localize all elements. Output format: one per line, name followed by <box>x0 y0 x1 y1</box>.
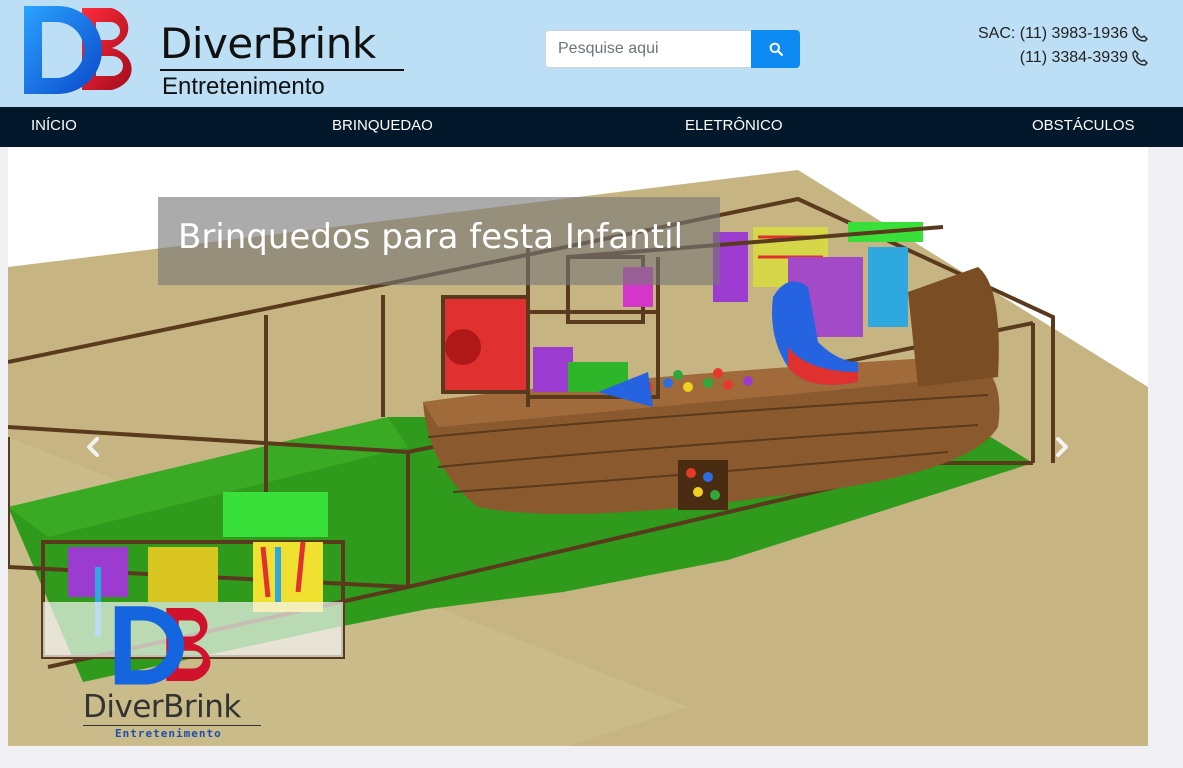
watermark-underline <box>83 725 261 726</box>
nav-item-brinquedao[interactable]: BRINQUEDAO <box>332 107 433 147</box>
contact-line-phone[interactable]: (11) 3384-3939 <box>978 46 1149 70</box>
search-icon <box>769 42 783 56</box>
db-logo-mark <box>24 6 132 94</box>
brand-underline <box>160 69 404 71</box>
chevron-left-icon <box>87 437 99 457</box>
main-nav: INÍCIO BRINQUEDAO ELETRÔNICO OBSTÁCULOS <box>0 107 1183 147</box>
contact-line-sac[interactable]: SAC: (11) 3983-1936 <box>978 22 1149 46</box>
phone-icon <box>1132 26 1148 42</box>
nav-item-eletronico[interactable]: ELETRÔNICO <box>685 107 783 147</box>
slide-watermark: DiverBrink Entretenimento <box>83 597 273 746</box>
chevron-right-icon <box>1056 437 1068 457</box>
db-logo-mark <box>114 606 211 685</box>
contact-info: SAC: (11) 3983-1936 (11) 3384-3939 <box>978 22 1149 70</box>
carousel-prev-button[interactable] <box>73 427 113 467</box>
site-logo[interactable]: DiverBrink Entretenimento <box>22 2 412 100</box>
watermark-brand-name: DiverBrink <box>83 689 241 725</box>
search-button[interactable] <box>751 30 800 68</box>
carousel-caption: Brinquedos para festa Infantil <box>158 197 720 285</box>
watermark-brand-sub: Entretenimento <box>115 727 222 740</box>
site-header: DiverBrink Entretenimento SAC: (11) 3983… <box>0 0 1183 107</box>
phone-text: (11) 3384-3939 <box>1019 49 1128 66</box>
sac-phone-text: SAC: (11) 3983-1936 <box>977 25 1128 42</box>
phone-icon <box>1132 50 1148 66</box>
brand-subtitle: Entretenimento <box>162 73 325 100</box>
search-input[interactable] <box>545 30 751 68</box>
carousel-next-button[interactable] <box>1042 427 1082 467</box>
search-form <box>545 30 800 68</box>
hero-carousel[interactable]: Brinquedos para festa Infantil DiverBrin… <box>8 147 1148 746</box>
nav-item-obstaculos[interactable]: OBSTÁCULOS <box>1032 107 1135 147</box>
nav-item-inicio[interactable]: INÍCIO <box>31 107 77 147</box>
brand-name: DiverBrink <box>160 19 376 68</box>
